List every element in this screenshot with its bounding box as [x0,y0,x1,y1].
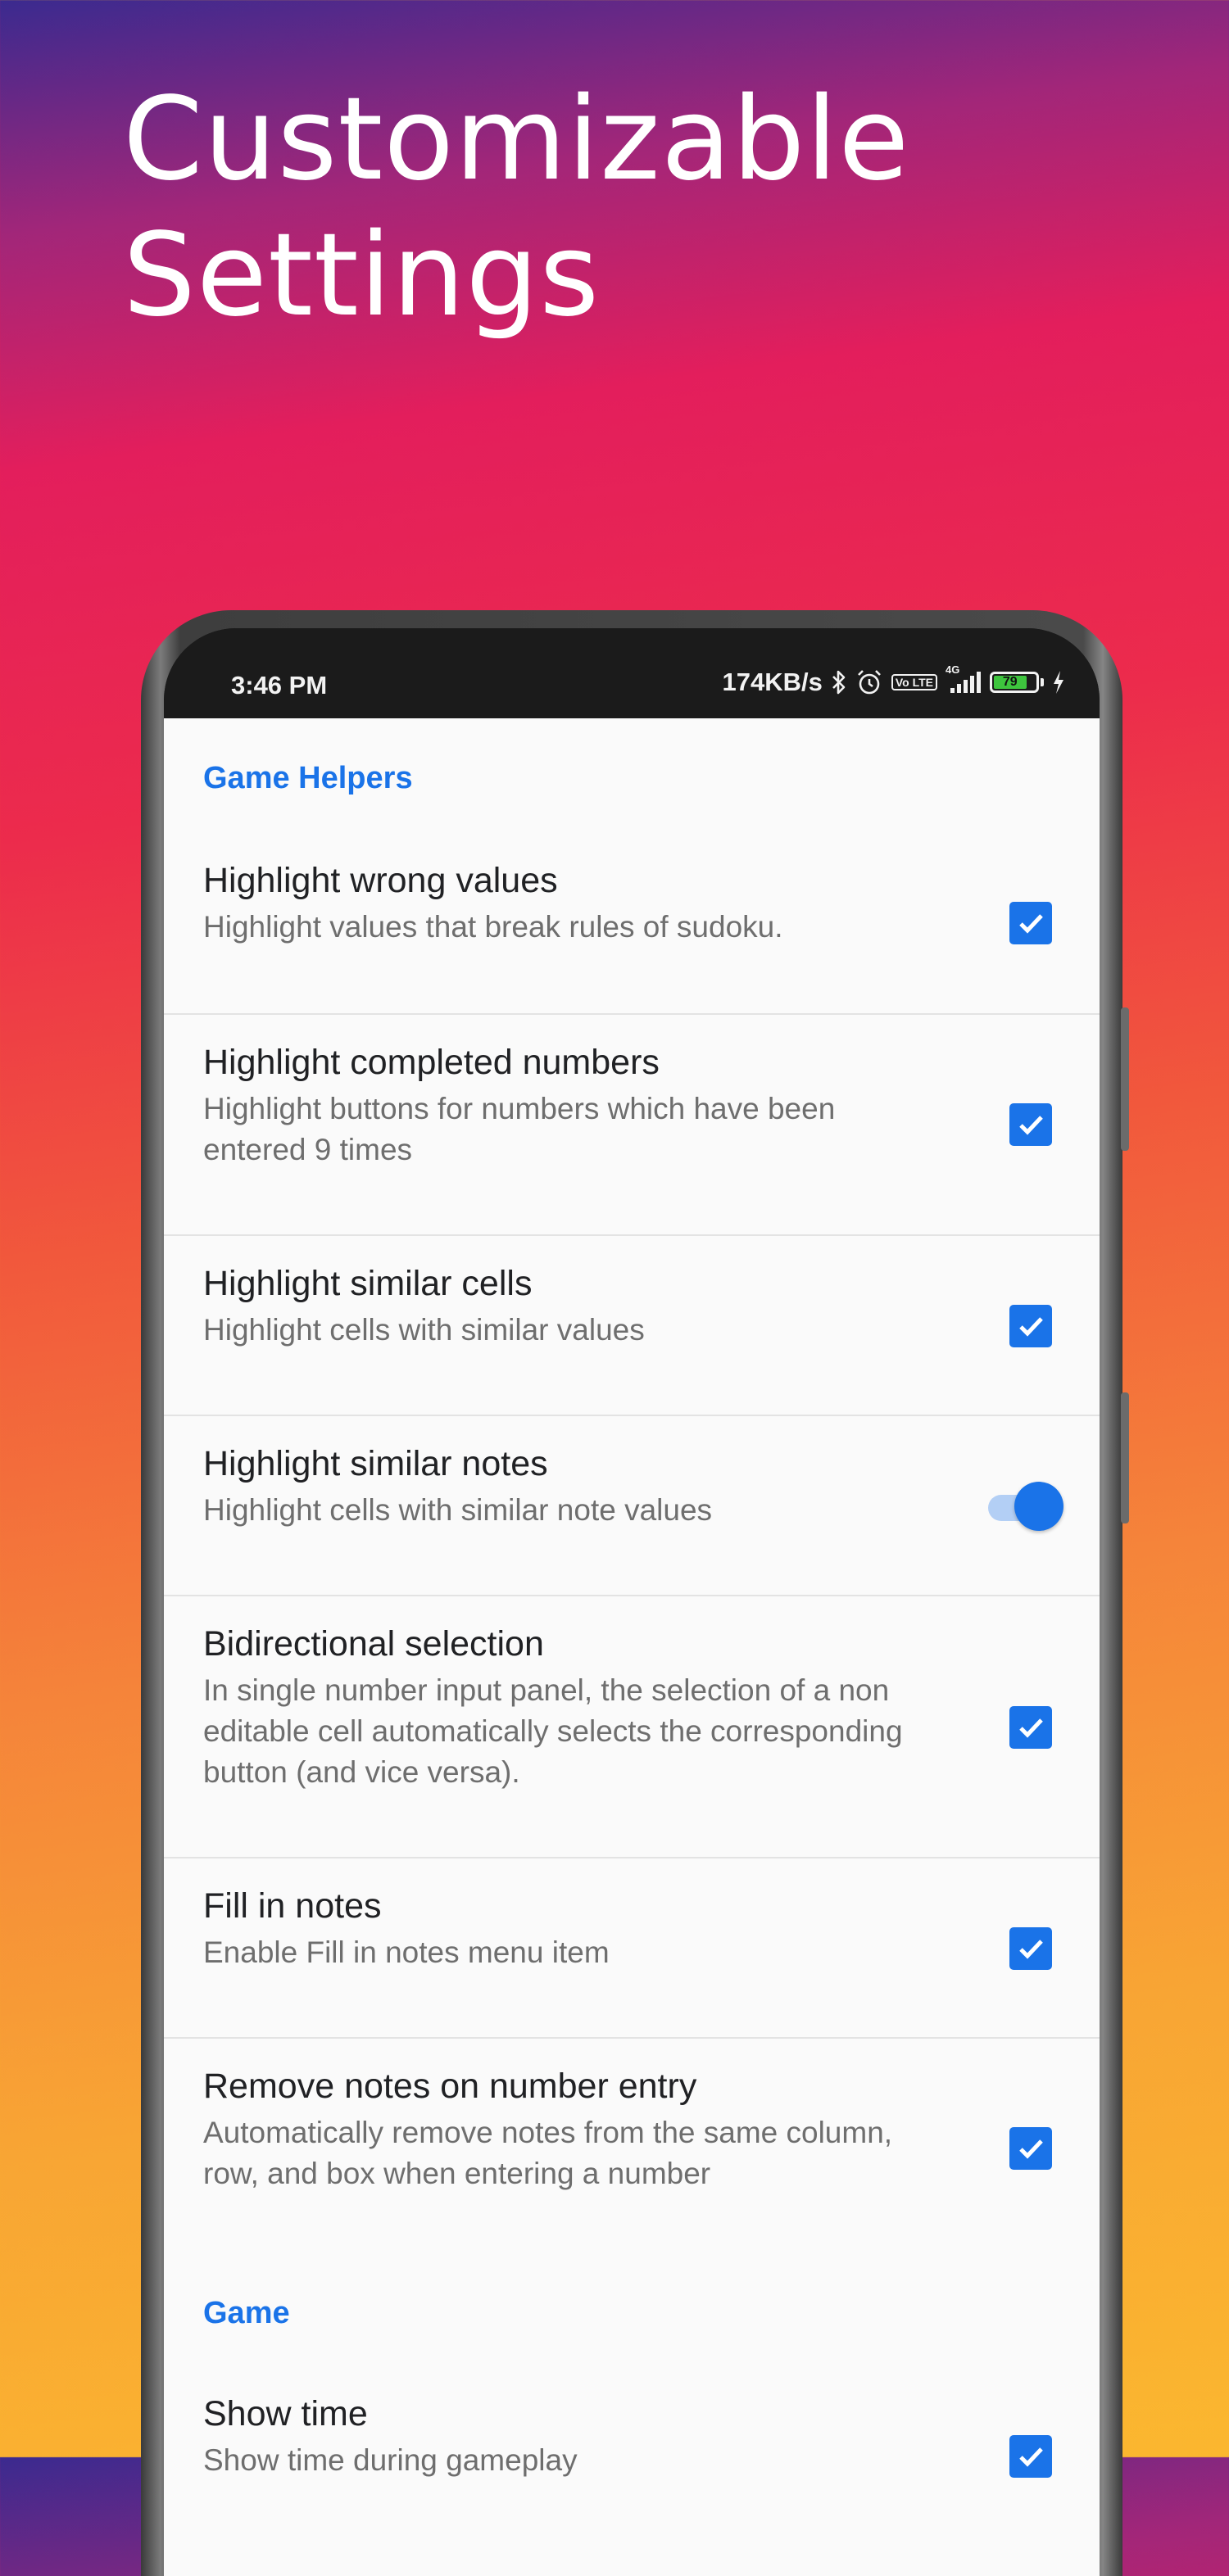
headline-line-2: Settings [123,209,601,342]
pref-show-time[interactable]: Show time Show time during gameplay [164,2366,1100,2530]
charging-icon [1052,670,1065,695]
volte-icon: Vo LTE [891,674,937,690]
toggle-thumb [1014,1482,1063,1531]
pref-summary: In single number input panel, the select… [203,1673,903,1789]
pref-title: Highlight similar notes [203,1444,548,1483]
checkbox-checked-icon[interactable] [1009,2435,1052,2478]
pref-remove-notes-on-number-entry[interactable]: Remove notes on number entry Automatical… [164,2039,1100,2260]
alarm-icon [855,668,883,696]
checkbox-checked-icon[interactable] [1009,1706,1052,1749]
status-time: 3:46 PM [231,671,328,699]
network-type-label: 4G [946,663,960,676]
pref-highlight-similar-cells[interactable]: Highlight similar cells Highlight cells … [164,1236,1100,1416]
checkbox-checked-icon[interactable] [1009,1103,1052,1146]
section-header-game: Game [203,2296,290,2330]
pref-summary: Highlight cells with similar values [203,1313,645,1347]
pref-title: Fill in notes [203,1886,382,1926]
toggle-switch[interactable] [985,1480,1063,1532]
status-icons: 174KB/s Vo LTE 4G 79 [722,663,1065,697]
pref-highlight-similar-notes[interactable]: Highlight similar notes Highlight cells … [164,1416,1100,1596]
phone-frame: 3:46 PM 174KB/s Vo LTE 4G 79 Game Helper… [141,610,1129,2576]
phone-screen-bezel: 3:46 PM 174KB/s Vo LTE 4G 79 Game Helper… [164,628,1100,2576]
pref-title: Bidirectional selection [203,1624,544,1664]
pref-summary: Show time during gameplay [203,2443,578,2477]
pref-title: Highlight completed numbers [203,1043,660,1082]
pref-summary: Highlight cells with similar note values [203,1493,713,1527]
checkbox-checked-icon[interactable] [1009,2127,1052,2170]
pref-summary: Highlight values that break rules of sud… [203,910,783,944]
signal-icon: 4G [946,663,982,695]
pref-bidirectional-selection[interactable]: Bidirectional selection In single number… [164,1596,1100,1858]
status-bar: 3:46 PM 174KB/s Vo LTE 4G 79 [164,628,1100,718]
pref-title: Highlight similar cells [203,1264,533,1303]
battery-level: 79 [994,675,1027,689]
pref-fill-in-notes[interactable]: Fill in notes Enable Fill in notes menu … [164,1858,1100,2039]
pref-summary: Automatically remove notes from the same… [203,2116,893,2190]
pref-highlight-wrong-values[interactable]: Highlight wrong values Highlight values … [164,833,1100,1015]
pref-title: Show time [203,2394,368,2433]
power-button [1121,1392,1129,1523]
checkbox-checked-icon[interactable] [1009,902,1052,944]
volume-button [1121,1007,1129,1151]
battery-icon: 79 [990,672,1044,693]
pref-summary: Enable Fill in notes menu item [203,1935,610,1969]
section-header-game-helpers: Game Helpers [203,761,413,795]
pref-title: Highlight wrong values [203,861,558,900]
network-speed: 174KB/s [722,668,823,696]
pref-title: Remove notes on number entry [203,2067,697,2106]
pref-summary: Highlight buttons for numbers which have… [203,1092,836,1166]
headline-line-1: Customizable [123,73,910,206]
bluetooth-icon [831,669,847,695]
headline: Customizable Settings [123,72,909,344]
settings-screen: Game Helpers Highlight wrong values High… [164,718,1100,2576]
checkbox-checked-icon[interactable] [1009,1927,1052,1970]
pref-highlight-completed-numbers[interactable]: Highlight completed numbers Highlight bu… [164,1015,1100,1236]
checkbox-checked-icon[interactable] [1009,1305,1052,1347]
